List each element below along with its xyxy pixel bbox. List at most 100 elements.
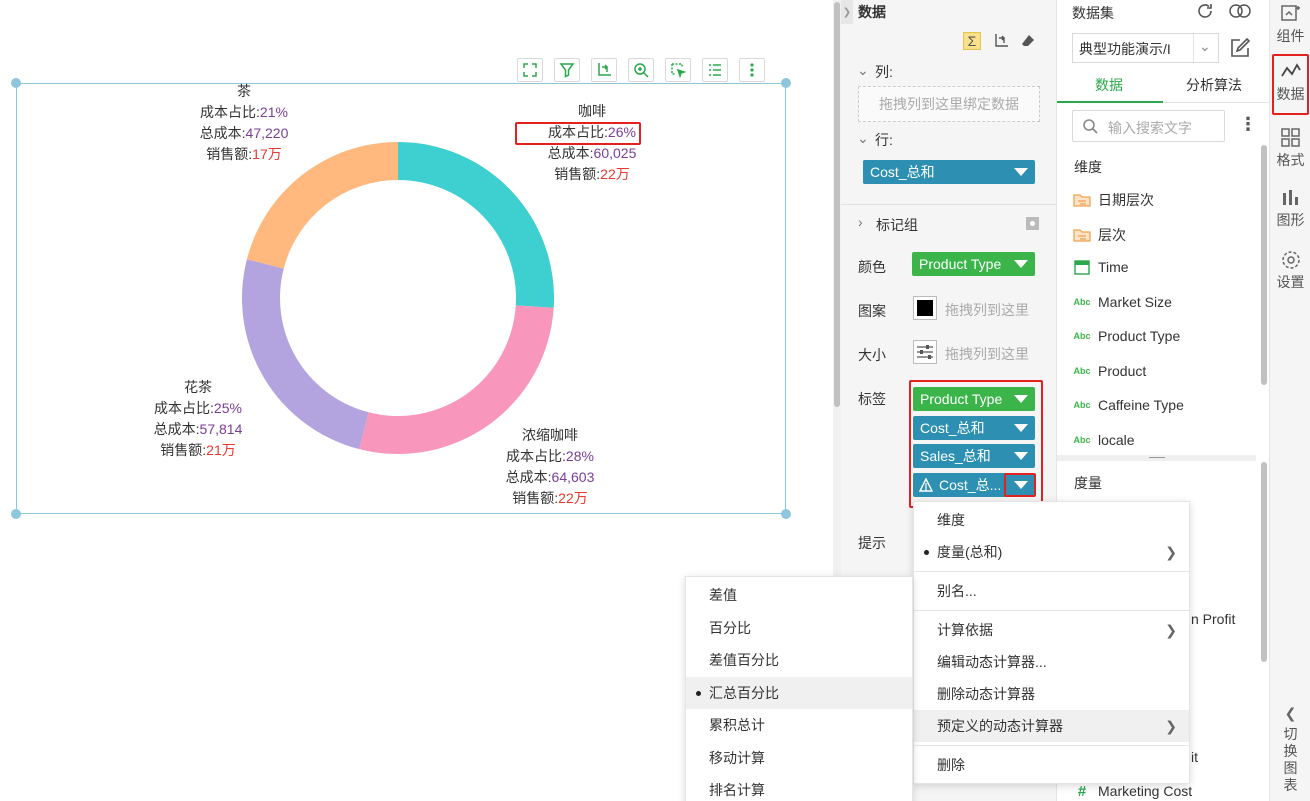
- share-key: 成本占比:: [506, 448, 566, 464]
- chevron-down-icon[interactable]: [1014, 395, 1028, 403]
- chevron-down-icon[interactable]: [1014, 168, 1028, 176]
- collapse-icon[interactable]: ❯: [841, 0, 853, 24]
- rows-field-text: Cost_总和: [870, 164, 935, 180]
- cost-value: 60,025: [593, 145, 637, 161]
- donut-chart[interactable]: [0, 0, 833, 560]
- rail-graph[interactable]: 图形: [1270, 188, 1310, 230]
- menu-item-dimension[interactable]: 维度: [914, 504, 1189, 536]
- tab-data[interactable]: 数据: [1095, 75, 1123, 95]
- dimension-label: locale: [1098, 432, 1135, 448]
- dataset-select[interactable]: 典型功能演示/I ⌄: [1072, 33, 1219, 63]
- label-field-text: Sales_总和: [920, 448, 991, 464]
- rail-component[interactable]: 组件: [1270, 4, 1310, 46]
- dimension-item[interactable]: Abc Product Type: [1073, 328, 1180, 344]
- link-icon[interactable]: [1228, 2, 1252, 20]
- menu-item-delete[interactable]: 删除: [914, 749, 1189, 781]
- dimension-label: Time: [1098, 259, 1129, 275]
- size-dropzone[interactable]: 拖拽列到这里: [945, 344, 1029, 364]
- pattern-dropzone[interactable]: 拖拽列到这里: [945, 300, 1029, 320]
- menu-item-delete-calc[interactable]: 删除动态计算器: [914, 678, 1189, 710]
- dimension-item[interactable]: Abc Product: [1073, 363, 1146, 379]
- dimension-item[interactable]: Abc Caffeine Type: [1073, 397, 1183, 413]
- dimension-scroll-thumb[interactable]: [1261, 145, 1267, 385]
- chevron-down-icon[interactable]: [1014, 452, 1028, 460]
- submenu-item[interactable]: 移动计算: [686, 742, 912, 775]
- data-label: 花茶 成本占比:25% 总成本:57,814 销售额:21万: [118, 377, 278, 461]
- label-label: 标签: [858, 391, 886, 407]
- label-field-pill[interactable]: Cost_总和: [913, 416, 1035, 440]
- size-slider-icon[interactable]: [913, 340, 937, 364]
- menu-item-calc-basis[interactable]: 计算依据 ❯: [914, 614, 1189, 646]
- label-field-pill[interactable]: Sales_总和: [913, 444, 1035, 468]
- dimension-item[interactable]: Abc Market Size: [1073, 294, 1171, 310]
- rows-field-pill[interactable]: Cost_总和: [863, 160, 1035, 184]
- submenu-item-label: 排名计算: [709, 782, 765, 798]
- submenu-item[interactable]: 累积总计: [686, 709, 912, 742]
- rail-switch-chart[interactable]: ❮ 切换图表: [1270, 705, 1310, 794]
- binding-panel-title: 数据: [858, 4, 886, 20]
- sales-key: 销售额:: [206, 146, 253, 162]
- rail-format[interactable]: 格式: [1270, 128, 1310, 170]
- search-box[interactable]: 输入搜索文字: [1072, 110, 1225, 142]
- chevron-right-icon: ❯: [1165, 544, 1177, 560]
- tag-icon[interactable]: [1025, 216, 1040, 231]
- rail-settings[interactable]: 设置: [1270, 250, 1310, 292]
- dataset-select-value: 典型功能演示/I: [1079, 41, 1171, 57]
- submenu-item[interactable]: 排名计算: [686, 774, 912, 801]
- component-icon: [1280, 5, 1300, 21]
- edit-icon[interactable]: [1229, 37, 1251, 59]
- measure-item-partial[interactable]: it: [1191, 749, 1198, 765]
- chevron-down-icon[interactable]: [1014, 260, 1028, 268]
- share-key: 成本占比:: [200, 104, 260, 120]
- dimension-item[interactable]: 日期层次: [1073, 190, 1154, 210]
- submenu-item[interactable]: 差值: [686, 579, 912, 612]
- dimension-item[interactable]: Abc locale: [1073, 432, 1135, 448]
- predefined-calc-submenu: 差值 百分比 差值百分比 汇总百分比 累积总计 移动计算 排名计算: [685, 576, 913, 801]
- dimension-item[interactable]: Time: [1073, 259, 1129, 275]
- rail-label: 设置: [1276, 274, 1305, 290]
- columns-chevron[interactable]: ⌄: [857, 62, 869, 79]
- menu-item-edit-calc[interactable]: 编辑动态计算器...: [914, 646, 1189, 678]
- chevron-down-icon[interactable]: [1014, 424, 1028, 432]
- dimension-label: 层次: [1098, 227, 1126, 243]
- color-field-pill[interactable]: Product Type: [912, 252, 1035, 276]
- submenu-item[interactable]: 差值百分比: [686, 644, 912, 677]
- slice-name: 浓缩咖啡: [522, 427, 578, 443]
- measure-header: 度量: [1074, 475, 1102, 491]
- format-icon: [1280, 128, 1300, 147]
- menu-item-label: 计算依据: [937, 622, 993, 638]
- rail-data[interactable]: 数据: [1270, 62, 1310, 104]
- refresh-icon[interactable]: [1195, 1, 1215, 21]
- scrollbar-thumb[interactable]: [834, 2, 840, 407]
- measure-item[interactable]: # Marketing Cost: [1073, 783, 1192, 800]
- chevron-down-icon[interactable]: ⌄: [1199, 38, 1211, 55]
- tab-analysis[interactable]: 分析算法: [1186, 75, 1242, 95]
- label-field-pill[interactable]: Product Type: [913, 387, 1035, 411]
- marks-chevron[interactable]: ›: [858, 214, 863, 230]
- submenu-item-label: 累积总计: [709, 717, 765, 733]
- more-icon[interactable]: ⋮: [1239, 112, 1257, 138]
- rows-chevron[interactable]: ⌄: [857, 130, 869, 147]
- field-context-menu: 维度 度量(总和) ❯ 别名... 计算依据 ❯ 编辑动态计算器... 删除动态计算…: [913, 501, 1190, 784]
- menu-item-measure[interactable]: 度量(总和) ❯: [914, 536, 1189, 568]
- menu-item-label: 预定义的动态计算器: [937, 718, 1063, 734]
- sales-value: 22万: [600, 166, 630, 182]
- columns-dropzone[interactable]: 拖拽列到这里绑定数据: [858, 86, 1040, 122]
- pattern-swatch[interactable]: [913, 296, 937, 320]
- search-input[interactable]: 输入搜索文字: [1108, 118, 1192, 138]
- submenu-item-label: 汇总百分比: [709, 684, 779, 701]
- submenu-item[interactable]: 汇总百分比: [686, 676, 912, 709]
- dimension-item[interactable]: 层次: [1073, 225, 1126, 245]
- measure-item-partial[interactable]: n Profit: [1191, 611, 1235, 627]
- menu-item-predefined-calc[interactable]: 预定义的动态计算器 ❯: [914, 710, 1189, 742]
- eraser-icon[interactable]: [1021, 34, 1035, 48]
- sales-key: 销售额:: [512, 490, 559, 506]
- text-field-icon: Abc: [1073, 331, 1091, 341]
- measure-scroll-thumb[interactable]: [1261, 462, 1267, 662]
- swap-axis-icon[interactable]: [993, 33, 1009, 49]
- graph-icon: [1282, 190, 1298, 205]
- sum-icon[interactable]: Σ: [963, 32, 981, 50]
- menu-item-alias[interactable]: 别名...: [914, 575, 1189, 607]
- submenu-item[interactable]: 百分比: [686, 612, 912, 645]
- data-label: 浓缩咖啡 成本占比:28% 总成本:64,603 销售额:22万: [470, 425, 630, 509]
